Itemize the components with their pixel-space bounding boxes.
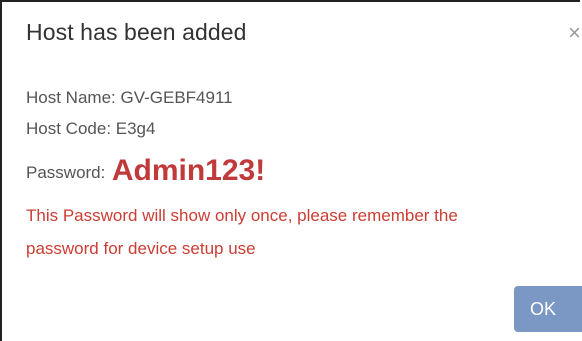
password-warning: This Password will show only once, pleas… — [26, 199, 581, 265]
close-icon[interactable]: × — [568, 22, 582, 44]
password-label: Password: — [26, 163, 106, 182]
warning-line-2: password for device setup use — [26, 239, 256, 258]
dialog-header: Host has been added × — [2, 2, 582, 66]
password-value: Admin123! — [111, 154, 266, 187]
host-added-dialog: Host has been added × Host Name: GV-GEBF… — [0, 0, 582, 341]
ok-button[interactable]: OK — [514, 286, 582, 332]
host-name-text: Host Name: GV-GEBF4911 — [26, 88, 233, 107]
host-code-text: Host Code: E3g4 — [26, 119, 156, 138]
password-row: Password: Admin123! — [26, 152, 266, 187]
dialog-title: Host has been added — [26, 19, 247, 45]
warning-line-1: This Password will show only once, pleas… — [26, 206, 458, 225]
